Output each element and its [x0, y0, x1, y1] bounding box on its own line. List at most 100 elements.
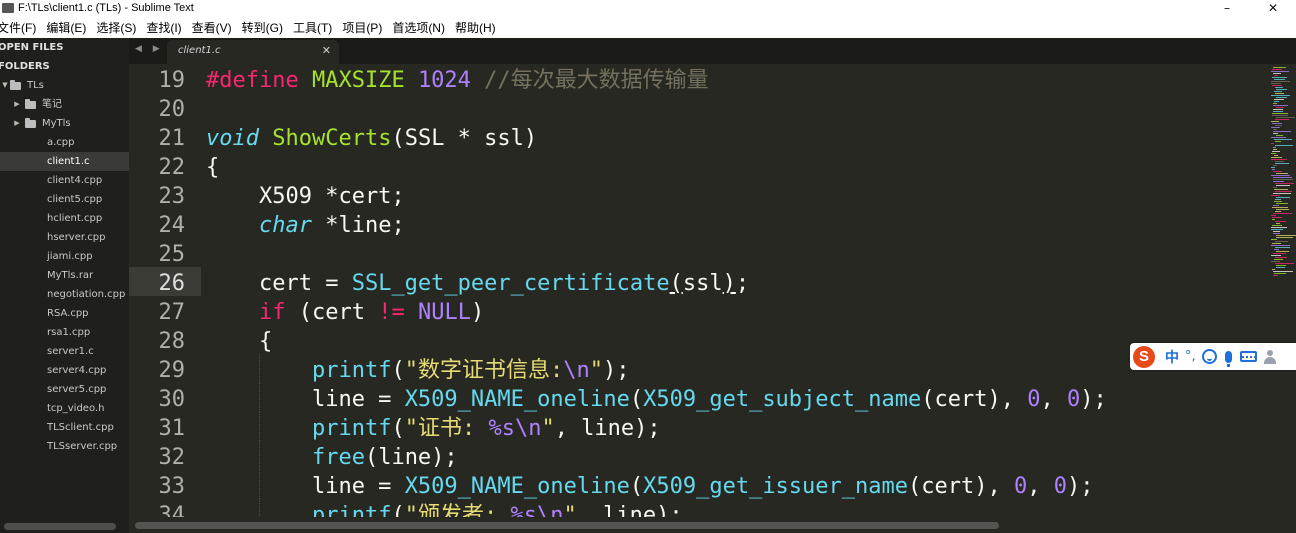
- ime-toolbar[interactable]: S 中 °,: [1130, 343, 1296, 370]
- horizontal-scrollbar[interactable]: [129, 517, 1296, 533]
- menu-item-5[interactable]: 转到(G): [238, 19, 289, 36]
- minimap-line: [1273, 111, 1283, 112]
- code-line[interactable]: X509 *cert;: [206, 180, 1267, 209]
- microphone-icon[interactable]: [1224, 350, 1232, 367]
- code-line[interactable]: free(line);: [206, 441, 1267, 470]
- minimap-line: [1273, 187, 1277, 188]
- code-area[interactable]: #define MAXSIZE 1024 //每次最大数据传输量 void Sho…: [206, 64, 1267, 517]
- file-label: client5.cpp: [47, 194, 103, 205]
- ime-mode-toggle[interactable]: 中: [1165, 347, 1179, 367]
- code-editor[interactable]: 19 20 21 22 23 24 25 26 27 28 29 30 31 32 33 34 #define…: [129, 64, 1267, 517]
- folder-root[interactable]: ▼ TLs: [0, 76, 129, 95]
- code-token: X509_get_subject_name: [643, 387, 922, 412]
- menu-item-6[interactable]: 工具(T): [289, 19, 338, 36]
- code-line[interactable]: {: [206, 325, 1267, 354]
- code-line[interactable]: if (cert != NULL): [206, 296, 1267, 325]
- sidebar-file-item[interactable]: RSA.cpp: [0, 304, 129, 323]
- code-token: if: [258, 300, 286, 325]
- code-token: ": [563, 503, 577, 517]
- sidebar-file-item[interactable]: hclient.cpp: [0, 209, 129, 228]
- sidebar-subfolder[interactable]: ▶ MyTls: [0, 114, 129, 133]
- sidebar-file-item[interactable]: server5.cpp: [0, 380, 129, 399]
- code-token: printf: [311, 416, 392, 441]
- minimap-line: [1271, 255, 1281, 256]
- line-number: 23: [158, 184, 186, 209]
- code-line[interactable]: void ShowCerts(SSL * ssl): [206, 122, 1267, 151]
- minimap-line: [1276, 203, 1288, 204]
- code-line[interactable]: #define MAXSIZE 1024 //每次最大数据传输量: [206, 64, 1267, 93]
- user-icon[interactable]: [1263, 349, 1276, 364]
- sidebar-file-item[interactable]: client5.cpp: [0, 190, 129, 209]
- code-token: "颁发者:: [404, 503, 511, 517]
- tab-client1-c[interactable]: client1.c ✕: [167, 40, 339, 64]
- menu-item-4[interactable]: 查看(V): [188, 19, 238, 36]
- code-line[interactable]: {: [206, 151, 1267, 180]
- menu-item-1[interactable]: 编辑(E): [42, 19, 92, 36]
- code-line[interactable]: printf("证书: %s\n", line);: [206, 412, 1267, 441]
- file-label: RSA.cpp: [47, 308, 89, 319]
- sidebar-file-item[interactable]: hserver.cpp: [0, 228, 129, 247]
- minimap-line: [1271, 245, 1290, 246]
- minimap-line: [1274, 139, 1292, 140]
- menu-item-8[interactable]: 首选项(N): [388, 19, 451, 36]
- minimap-line: [1272, 85, 1282, 86]
- code-line[interactable]: [206, 93, 1267, 122]
- minimize-button[interactable]: –: [1204, 0, 1250, 16]
- sidebar-file-item[interactable]: server1.c: [0, 342, 129, 361]
- sidebar-file-item[interactable]: TLSserver.cpp: [0, 437, 129, 456]
- sidebar-file-item[interactable]: jiami.cpp: [0, 247, 129, 266]
- menu-item-0[interactable]: 文件(F): [0, 19, 42, 36]
- code-line[interactable]: [206, 238, 1267, 267]
- ime-punctuation-toggle[interactable]: °,: [1185, 349, 1196, 364]
- minimap-line: [1273, 271, 1293, 272]
- minimap[interactable]: [1267, 64, 1296, 517]
- code-line[interactable]: printf("数字证书信息:\n");: [206, 354, 1267, 383]
- folder-open-icon: [10, 79, 21, 90]
- code-token: , line);: [554, 416, 661, 441]
- menu-item-7[interactable]: 项目(P): [338, 19, 388, 36]
- line-number: 29: [158, 358, 186, 383]
- sidebar-file-item[interactable]: tcp_video.h: [0, 399, 129, 418]
- minimap-line: [1276, 97, 1287, 98]
- tab-nav-arrows[interactable]: ◀ ▶: [135, 44, 164, 54]
- menu-item-3[interactable]: 查找(I): [142, 19, 187, 36]
- code-token: );: [1080, 387, 1107, 412]
- code-line[interactable]: printf("颁发者: %s\n", line);: [206, 499, 1267, 517]
- minimap-line: [1275, 163, 1289, 164]
- sogou-logo-icon[interactable]: S: [1133, 345, 1155, 368]
- sidebar-file-item[interactable]: a.cpp: [0, 133, 129, 152]
- sidebar-file-item[interactable]: MyTls.rar: [0, 266, 129, 285]
- sidebar-file-item[interactable]: server4.cpp: [0, 361, 129, 380]
- window-controls: – ✕: [1204, 0, 1296, 16]
- code-token: 0: [1053, 474, 1067, 499]
- minimap-line: [1271, 83, 1281, 84]
- sidebar-file-item[interactable]: rsa1.cpp: [0, 323, 129, 342]
- keyboard-icon[interactable]: [1239, 351, 1257, 362]
- code-token: (cert: [285, 300, 379, 325]
- menu-item-2[interactable]: 选择(S): [92, 19, 142, 36]
- sidebar-file-item[interactable]: client4.cpp: [0, 171, 129, 190]
- code-line[interactable]: line = X509_NAME_oneline(X509_get_subjec…: [206, 383, 1267, 412]
- minimap-line: [1273, 231, 1280, 232]
- scrollbar-thumb[interactable]: [135, 522, 999, 529]
- code-token: ): [470, 300, 485, 325]
- close-button[interactable]: ✕: [1250, 0, 1296, 16]
- code-line[interactable]: char *line;: [206, 209, 1267, 238]
- minimap-line: [1275, 221, 1286, 222]
- code-line[interactable]: line = X509_NAME_oneline(X509_get_issuer…: [206, 470, 1267, 499]
- tab-close-icon[interactable]: ✕: [322, 44, 331, 57]
- minimap-line: [1272, 113, 1288, 114]
- menu-item-9[interactable]: 帮助(H): [451, 19, 502, 36]
- sidebar-file-item[interactable]: client1.c: [0, 152, 129, 171]
- sidebar-subfolder[interactable]: ▶ 笔记: [0, 95, 129, 114]
- minimap-line: [1273, 171, 1282, 172]
- sidebar-file-item[interactable]: TLSclient.cpp: [0, 418, 129, 437]
- sidebar-scrollbar[interactable]: [4, 523, 116, 530]
- code-token: \n: [563, 358, 590, 383]
- emoji-icon[interactable]: [1201, 349, 1217, 364]
- code-line[interactable]: cert = SSL_get_peer_certificate(ssl);: [206, 267, 1267, 296]
- sidebar-file-item[interactable]: negotiation.cpp: [0, 285, 129, 304]
- tab-bar: ◀ ▶ client1.c ✕: [129, 38, 1296, 64]
